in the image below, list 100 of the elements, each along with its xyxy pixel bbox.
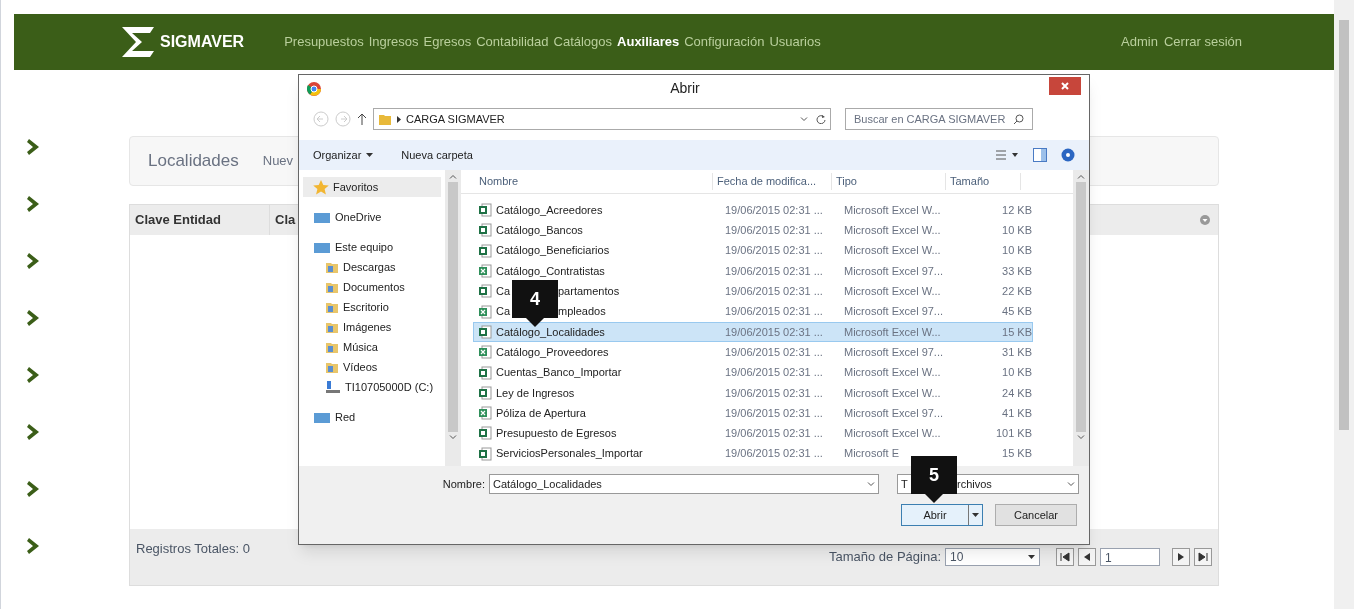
chevron-right-icon[interactable] — [27, 138, 41, 156]
navigation-item[interactable]: Música — [303, 337, 441, 357]
navigation-scrollbar[interactable] — [445, 170, 461, 466]
nav-link[interactable]: Catálogos — [553, 32, 613, 52]
chevron-right-icon[interactable] — [27, 366, 41, 384]
file-size: 101 KB — [994, 426, 1032, 442]
browser-logo-icon — [307, 81, 321, 96]
file-name[interactable]: ServiciosPersonales_Importar — [496, 445, 643, 462]
scroll-up-icon — [449, 174, 457, 179]
cancel-button[interactable]: Cancelar — [995, 504, 1077, 526]
refresh-icon[interactable] — [816, 114, 826, 124]
nav-link[interactable]: Egresos — [423, 32, 472, 52]
navigation-item[interactable]: Red — [303, 407, 441, 427]
page-size-select[interactable]: 10 — [945, 547, 1040, 566]
column-header[interactable]: Nombre — [461, 173, 712, 190]
chevron-right-icon[interactable] — [27, 537, 41, 555]
navigation-item[interactable]: Este equipo — [303, 237, 441, 257]
scroll-up-icon — [1077, 174, 1085, 179]
open-button[interactable]: Abrir — [901, 504, 983, 526]
file-date: 19/06/2015 02:31 ... — [725, 426, 824, 442]
file-name[interactable]: Presupuesto de Egresos — [496, 425, 617, 442]
view-options-icon[interactable] — [995, 149, 1019, 161]
spreadsheet-file-icon — [478, 203, 492, 218]
chevron-right-icon[interactable] — [27, 423, 41, 441]
logout-link[interactable]: Cerrar sesión — [1163, 32, 1242, 52]
navigation-item[interactable]: Descargas — [303, 257, 441, 277]
file-type: Microsoft Excel W... — [844, 223, 942, 239]
file-name[interactable]: Catálogo_Beneficiarios — [496, 242, 610, 259]
nav-link[interactable]: Configuración — [684, 32, 765, 52]
close-icon — [1061, 81, 1069, 90]
new-folder-button[interactable]: Nueva carpeta — [401, 146, 473, 164]
file-date: 19/06/2015 02:31 ... — [725, 385, 824, 401]
dropdown-triangle-icon — [366, 153, 374, 157]
spreadsheet-file-icon — [478, 385, 492, 400]
close-button[interactable] — [1049, 76, 1081, 95]
chevron-right-icon[interactable] — [27, 252, 41, 270]
spreadsheet-file-icon — [478, 284, 492, 299]
filename-field[interactable]: Catálogo_Localidades — [489, 474, 879, 494]
nav-link[interactable]: Ingresos — [368, 32, 419, 52]
nav-link[interactable]: Presupuestos — [284, 32, 364, 52]
dropdown-triangle-icon — [1028, 554, 1035, 559]
file-type: Microsoft Excel W... — [844, 426, 942, 442]
page-number-field[interactable]: 1 — [1100, 547, 1160, 566]
navigation-item[interactable]: Documentos — [303, 277, 441, 297]
nav-link[interactable]: Usuarios — [769, 32, 821, 52]
folder-icon — [325, 280, 339, 294]
navigation-item[interactable]: Escritorio — [303, 297, 441, 317]
dropdown-caret-icon — [1067, 481, 1075, 487]
file-list-scrollbar[interactable] — [1073, 170, 1089, 466]
file-name[interactable]: Catálogo_Bancos — [496, 222, 583, 239]
user-link[interactable]: Admin — [1121, 32, 1158, 52]
file-name[interactable]: partamentos — [558, 283, 620, 300]
first-page-icon[interactable] — [1056, 547, 1074, 566]
dropdown-triangle-icon — [972, 513, 979, 517]
next-page-icon[interactable] — [1172, 547, 1190, 566]
column-header[interactable]: Tamaño — [945, 173, 1021, 190]
file-name[interactable]: mpleados — [558, 303, 606, 320]
browser-scrollbar[interactable] — [1334, 0, 1354, 609]
address-bar[interactable]: CARGA SIGMAVER — [373, 108, 831, 130]
nav-link[interactable]: Auxiliares — [617, 32, 680, 52]
folder-icon — [325, 260, 339, 274]
last-page-icon[interactable] — [1194, 547, 1212, 566]
column-menu-icon[interactable] — [1200, 215, 1210, 225]
file-date: 19/06/2015 02:31 ... — [725, 243, 824, 259]
navigation-item[interactable]: Vídeos — [303, 357, 441, 377]
file-name[interactable]: Póliza de Apertura — [496, 404, 586, 422]
file-name[interactable]: Catálogo_Acreedores — [496, 201, 603, 219]
folder-icon — [325, 340, 339, 354]
file-name[interactable]: Cuentas_Banco_Importar — [496, 364, 622, 381]
file-type: Microsoft Excel W... — [844, 243, 942, 259]
file-size: 15 KB — [1001, 446, 1032, 462]
chevron-right-icon[interactable] — [27, 480, 41, 498]
filename-label: Nombre: — [442, 476, 485, 492]
file-name[interactable]: Ley de Ingresos — [496, 384, 575, 402]
column-header[interactable]: Tipo — [831, 173, 945, 190]
folder-path: CARGA SIGMAVER — [406, 111, 505, 127]
previous-page-icon[interactable] — [1078, 547, 1096, 566]
file-name[interactable]: Catálogo_Proveedores — [496, 343, 609, 361]
help-icon[interactable] — [1061, 148, 1075, 162]
navigation-item[interactable]: TI10705000D (C:) — [303, 377, 441, 397]
folder-icon — [325, 320, 339, 334]
chevron-right-icon[interactable] — [27, 195, 41, 213]
navigation-item[interactable]: OneDrive — [303, 207, 441, 227]
file-date: 19/06/2015 02:31 ... — [725, 284, 824, 300]
file-type: Microsoft Excel 97... — [844, 405, 945, 421]
organize-button[interactable]: Organizar — [313, 146, 374, 164]
search-field[interactable]: Buscar en CARGA SIGMAVER — [845, 108, 1033, 130]
step-callout-tooltip: 5 — [911, 456, 957, 503]
column-header[interactable]: Fecha de modifica... — [712, 173, 831, 190]
navigation-item[interactable]: Favoritos — [303, 177, 441, 197]
file-type-filter[interactable]: rchivos — [957, 475, 992, 493]
nav-link[interactable]: Contabilidad — [476, 32, 549, 52]
chevron-right-icon[interactable] — [27, 309, 41, 327]
navigation-item[interactable]: Imágenes — [303, 317, 441, 337]
step-callout-tooltip: 4 — [512, 280, 558, 327]
file-name[interactable]: Catálogo_Contratistas — [496, 262, 605, 280]
preview-pane-icon[interactable] — [1033, 148, 1047, 162]
up-arrow-icon[interactable] — [357, 112, 367, 126]
file-date: 19/06/2015 02:31 ... — [725, 405, 824, 421]
new-link[interactable]: Nuev — [262, 151, 294, 171]
